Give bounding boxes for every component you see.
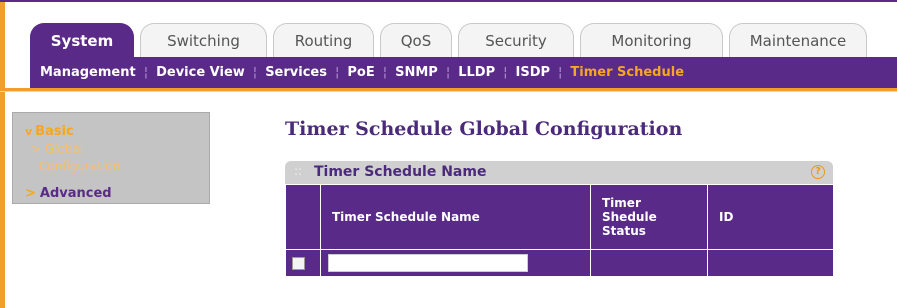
menu-basic-label: Basic — [35, 124, 74, 139]
row-status-cell — [590, 249, 708, 277]
header-timer-schedule-name: Timer Schedule Name — [320, 184, 591, 250]
panel-title: Timer Schedule Name — [314, 164, 487, 180]
table-row — [285, 249, 834, 277]
timer-schedule-name-input[interactable] — [328, 254, 528, 272]
header-status-line1: Timer — [602, 196, 641, 210]
subnav-services[interactable]: Services — [265, 65, 327, 80]
tab-switching[interactable]: Switching — [140, 23, 267, 57]
grip-icon: :: — [294, 164, 303, 178]
row-id-cell — [707, 249, 834, 277]
header-select — [285, 184, 321, 250]
tab-qos[interactable]: QoS — [380, 23, 452, 57]
menu-basic[interactable]: v Basic — [25, 124, 74, 139]
row-name-cell — [320, 249, 591, 277]
subnav-divider — [0, 91, 897, 92]
tab-maintenance[interactable]: Maintenance — [729, 23, 867, 57]
header-timer-schedule-status: Timer Shedule Status — [590, 184, 708, 250]
tab-monitoring[interactable]: Monitoring — [580, 23, 723, 57]
row-select-cell — [285, 249, 321, 277]
page-title: Timer Schedule Global Configuration — [285, 118, 683, 140]
subnav-separator: ¦ — [445, 65, 451, 80]
menu-global-configuration[interactable]: > Global — [31, 141, 83, 158]
table-header-row: Timer Schedule Name Timer Shedule Status… — [285, 184, 834, 250]
subnav-device-view[interactable]: Device View — [156, 65, 245, 80]
chevron-down-icon: v — [25, 125, 33, 138]
timer-schedule-table: Timer Schedule Name Timer Shedule Status… — [285, 184, 834, 277]
header-status-line2: Shedule — [602, 210, 657, 224]
subnav-management[interactable]: Management — [40, 65, 136, 80]
menu-advanced[interactable]: > Advanced — [25, 186, 112, 201]
side-menu: v Basic > Global Configuration > Advanced — [12, 112, 210, 204]
menu-advanced-label: Advanced — [39, 186, 112, 201]
frame-left-border — [0, 0, 5, 308]
header-id: ID — [707, 184, 834, 250]
chevron-right-icon: > — [25, 186, 36, 201]
subnav-separator: ¦ — [334, 65, 340, 80]
subnav-separator: ¦ — [382, 65, 388, 80]
subnav-snmp[interactable]: SNMP — [395, 65, 438, 80]
header-status-line3: Status — [602, 224, 646, 238]
subnav-lldp[interactable]: LLDP — [458, 65, 495, 80]
subnav-separator: ¦ — [252, 65, 258, 80]
subnav-separator: ¦ — [143, 65, 149, 80]
panel-header: :: Timer Schedule Name ? — [285, 161, 833, 184]
subnav-poe[interactable]: PoE — [347, 65, 374, 80]
menu-global-configuration-line2[interactable]: Configuration — [39, 158, 120, 175]
subnav-separator: ¦ — [503, 65, 508, 80]
help-icon[interactable]: ? — [811, 165, 825, 179]
row-checkbox[interactable] — [292, 257, 305, 270]
main-tabs: System Switching Routing QoS Security Mo… — [30, 21, 867, 57]
sub-navigation: Management ¦ Device View ¦ Services ¦ Po… — [30, 57, 897, 88]
frame-top-border — [0, 0, 897, 2]
tab-system[interactable]: System — [30, 23, 134, 57]
tab-routing[interactable]: Routing — [273, 23, 374, 57]
subnav-isdp[interactable]: ISDP — [516, 65, 551, 80]
subnav-separator: ¦ — [558, 65, 563, 80]
tab-security[interactable]: Security — [458, 23, 574, 57]
subnav-timer-schedule[interactable]: Timer Schedule — [570, 65, 684, 80]
